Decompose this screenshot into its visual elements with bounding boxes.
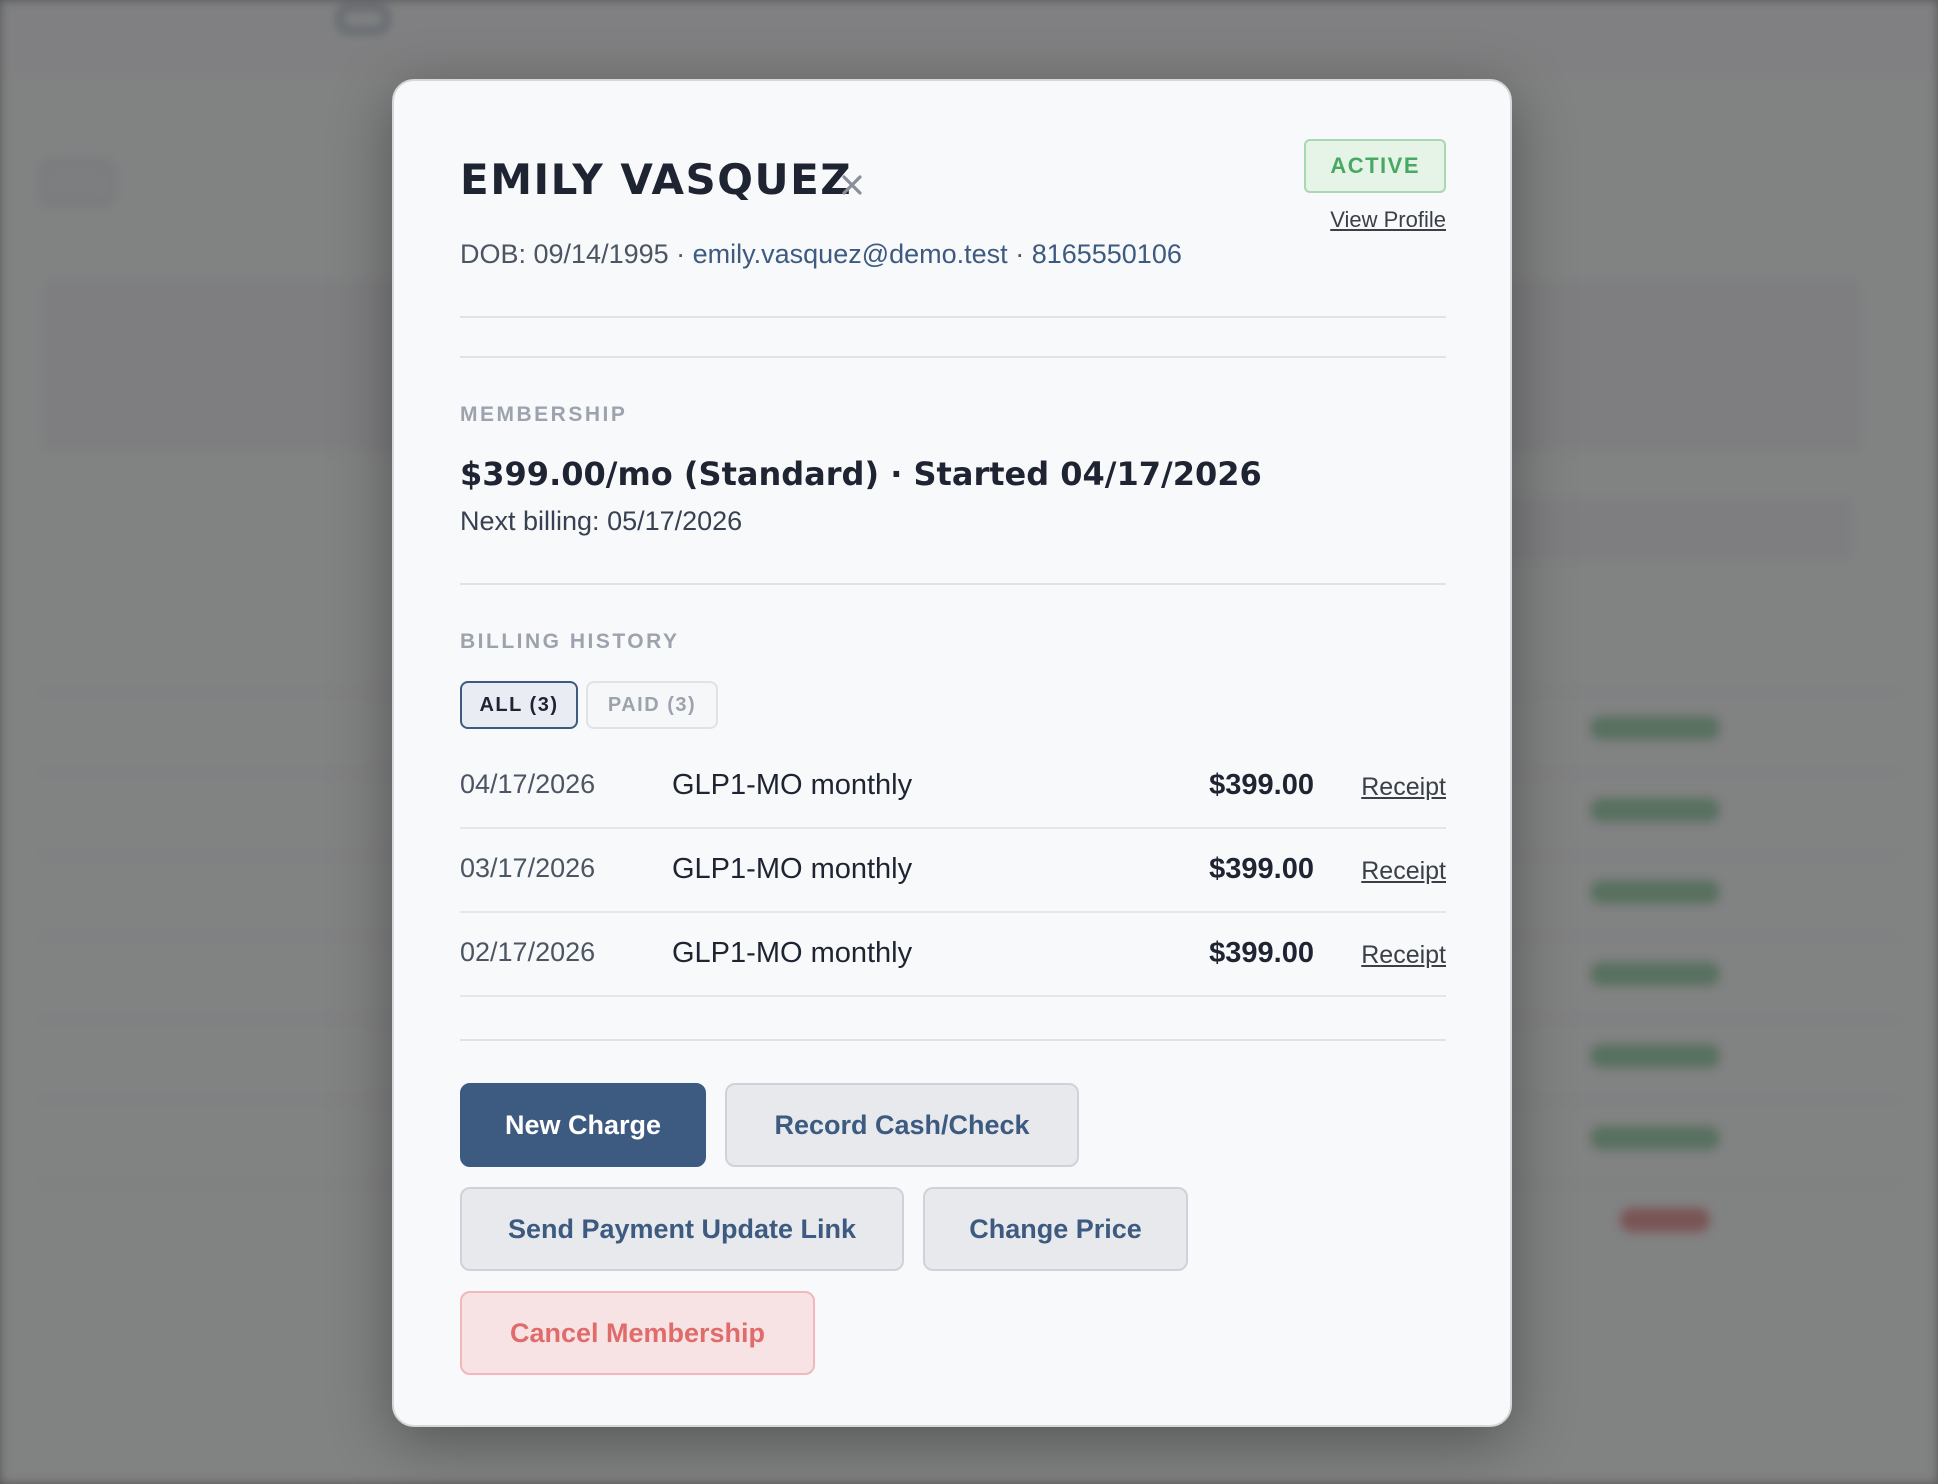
record-cash-check-button[interactable]: Record Cash/Check: [725, 1083, 1079, 1167]
billing-date: 03/17/2026: [460, 853, 596, 883]
receipt-link[interactable]: Receipt: [1361, 941, 1446, 970]
send-payment-update-link-button[interactable]: Send Payment Update Link: [460, 1187, 904, 1271]
dob-text: DOB: 09/14/1995 ·: [460, 239, 693, 269]
billing-history-section-label: BILLING HISTORY: [460, 630, 680, 653]
divider: [460, 583, 1446, 585]
patient-name: EMILY VASQUEZ: [460, 155, 853, 204]
billing-amount: $399.00: [1209, 853, 1314, 885]
billing-description: GLP1-MO monthly: [672, 769, 913, 801]
billing-date: 04/17/2026: [460, 769, 596, 799]
view-profile-link[interactable]: View Profile: [1330, 207, 1446, 233]
status-badge: ACTIVE: [1304, 139, 1446, 193]
change-price-button[interactable]: Change Price: [923, 1187, 1188, 1271]
new-charge-button[interactable]: New Charge: [460, 1083, 706, 1167]
patient-billing-modal: EMILY VASQUEZ ACTIVE View Profile DOB: 0…: [392, 79, 1512, 1427]
billing-history-row: 02/17/2026 GLP1-MO monthly $399.00 Recei…: [460, 913, 1446, 997]
divider: [460, 1039, 1446, 1041]
billing-history-row: 04/17/2026 GLP1-MO monthly $399.00 Recei…: [460, 745, 1446, 829]
divider: [460, 316, 1446, 318]
contact-separator: ·: [1007, 239, 1032, 269]
membership-section-label: MEMBERSHIP: [460, 403, 628, 426]
billing-history-row: 03/17/2026 GLP1-MO monthly $399.00 Recei…: [460, 829, 1446, 913]
billing-description: GLP1-MO monthly: [672, 853, 913, 885]
billing-amount: $399.00: [1209, 937, 1314, 969]
billing-date: 02/17/2026: [460, 937, 596, 967]
next-billing-date: Next billing: 05/17/2026: [460, 506, 743, 536]
phone-link[interactable]: 8165550106: [1032, 239, 1182, 269]
tab-all[interactable]: ALL (3): [460, 681, 578, 729]
cancel-membership-button[interactable]: Cancel Membership: [460, 1291, 815, 1375]
patient-contact-line: DOB: 09/14/1995 · emily.vasquez@demo.tes…: [460, 239, 1182, 270]
membership-plan-summary: $399.00/mo (Standard) · Started 04/17/20…: [460, 455, 1262, 493]
billing-description: GLP1-MO monthly: [672, 937, 913, 969]
tab-paid[interactable]: PAID (3): [586, 681, 718, 729]
close-icon: [842, 175, 862, 195]
divider: [460, 356, 1446, 358]
billing-amount: $399.00: [1209, 769, 1314, 801]
email-link[interactable]: emily.vasquez@demo.test: [693, 239, 1008, 269]
receipt-link[interactable]: Receipt: [1361, 857, 1446, 886]
close-button[interactable]: [832, 165, 872, 205]
receipt-link[interactable]: Receipt: [1361, 773, 1446, 802]
